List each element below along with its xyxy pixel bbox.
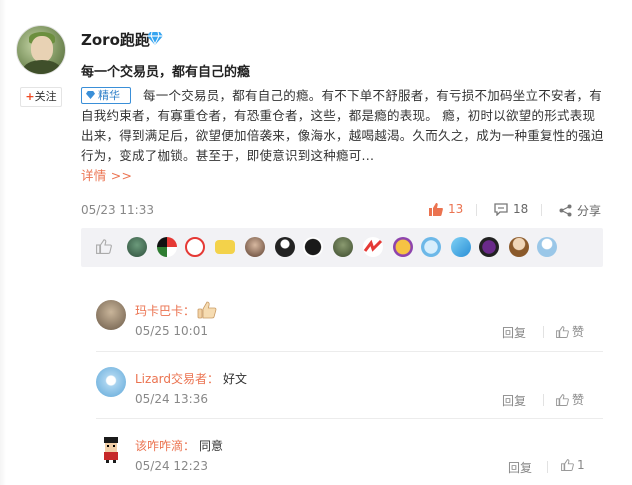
liker-avatar[interactable]	[245, 237, 265, 257]
liker-avatar[interactable]	[363, 237, 383, 257]
post-body: 每一个交易员，都有自己的瘾。有不下单不舒服者，有亏损不加码坐立不安者，有自我约束…	[81, 86, 605, 186]
comment-avatar[interactable]	[96, 367, 126, 397]
liker-avatar[interactable]	[185, 237, 205, 257]
comment-user-name[interactable]: 玛卡巴卡	[135, 304, 183, 318]
detail-link[interactable]: 详情 >>	[81, 168, 132, 183]
comment-like-button[interactable]: 1	[561, 458, 585, 472]
liker-avatar[interactable]	[537, 237, 557, 257]
comment-user: 玛卡巴卡：	[135, 301, 217, 319]
liker-avatar[interactable]	[157, 237, 177, 257]
liker-avatar[interactable]	[303, 237, 323, 257]
thumb-up-icon	[556, 325, 569, 338]
action-separator	[541, 204, 542, 216]
comment-time: 05/24 13:36	[135, 392, 208, 406]
post-like-button[interactable]: 13	[429, 202, 463, 216]
diamond-icon	[147, 31, 163, 45]
comment-like-count: 1	[577, 458, 585, 472]
liker-avatar[interactable]	[479, 237, 499, 257]
post-share-label: 分享	[577, 204, 602, 218]
post-comment-count: 18	[513, 202, 529, 216]
comment-user: 该咋咋滴： 同意	[135, 437, 223, 454]
comment-time: 05/25 10:01	[135, 324, 208, 338]
thumb-up-emoji	[197, 301, 217, 319]
comment-user: Lizard交易者： 好文	[135, 370, 247, 387]
comment-like-label: 赞	[572, 393, 585, 407]
colon: ：	[183, 304, 196, 318]
post-share-button[interactable]: 分享	[559, 202, 601, 219]
follow-label: 关注	[34, 90, 57, 103]
post-time: 05/23 11:33	[81, 203, 154, 217]
post-body-text: 每一个交易员，都有自己的瘾。有不下单不舒服者，有亏损不加码坐立不安者，有自我约束…	[81, 88, 604, 163]
avatar-body	[23, 60, 61, 74]
liker-avatar[interactable]	[275, 237, 295, 257]
post-comment-button[interactable]: 18	[494, 202, 528, 216]
liker-avatar[interactable]	[393, 237, 413, 257]
comment-reply-button[interactable]: 回复	[502, 392, 526, 409]
wave-logo-icon	[363, 239, 383, 252]
comment-divider	[96, 418, 603, 419]
liker-avatar[interactable]	[451, 237, 471, 257]
left-edge-shadow	[0, 0, 6, 485]
comment-divider	[96, 351, 603, 352]
comment-like-button[interactable]: 赞	[556, 323, 584, 340]
action-separator	[476, 204, 477, 216]
comment-text: 好文	[223, 372, 248, 386]
likers-strip	[81, 228, 603, 267]
comment-action-separator	[547, 461, 548, 473]
colon: ：	[207, 372, 220, 386]
liker-avatar[interactable]	[333, 237, 353, 257]
thumb-up-icon	[96, 239, 112, 254]
share-icon	[559, 204, 572, 217]
comment-user-name[interactable]: 该咋咋滴	[135, 439, 183, 453]
thumb-up-icon	[561, 459, 574, 471]
comment-user-name[interactable]: Lizard交易者	[135, 372, 207, 386]
comment-avatar[interactable]	[96, 434, 126, 464]
liker-avatar[interactable]	[215, 240, 235, 254]
comment-like-label: 赞	[572, 325, 585, 339]
comment-reply-button[interactable]: 回复	[502, 324, 526, 341]
liker-avatar[interactable]	[127, 237, 147, 257]
post-like-count: 13	[448, 202, 464, 216]
comment-action-separator	[543, 394, 544, 406]
post-title: 每一个交易员，都有自己的瘾	[81, 65, 251, 80]
comment-text: 同意	[199, 439, 224, 453]
comment-action-separator	[543, 326, 544, 338]
comment-avatar[interactable]	[96, 300, 126, 330]
thumb-up-icon	[429, 202, 443, 216]
plus-icon: +	[25, 90, 35, 103]
weibo-post-card: +关注 Zoro跑跑 每一个交易员，都有自己的瘾 精华 每一个交易员，都有自己的…	[0, 0, 632, 485]
comment-reply-button[interactable]: 回复	[508, 459, 532, 476]
thumb-up-icon	[556, 393, 569, 406]
comment-time: 05/24 12:23	[135, 459, 208, 473]
pixel-character-icon	[104, 437, 118, 463]
avatar-face	[31, 36, 53, 62]
comment-icon	[494, 202, 508, 216]
colon: ：	[183, 439, 196, 453]
liker-avatar[interactable]	[509, 237, 529, 257]
comment-like-button[interactable]: 赞	[556, 391, 584, 408]
liker-avatar[interactable]	[421, 237, 441, 257]
follow-button[interactable]: +关注	[20, 87, 62, 107]
author-avatar[interactable]	[16, 25, 66, 75]
author-name[interactable]: Zoro跑跑	[81, 29, 150, 50]
